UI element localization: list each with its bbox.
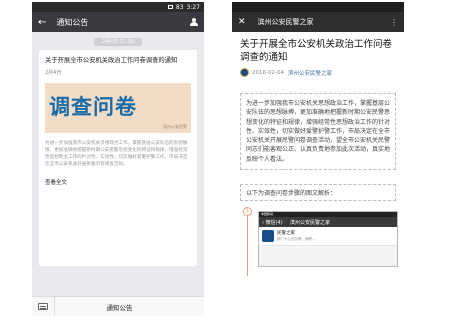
account-name-link[interactable]: 滨州公安民警之家 — [288, 69, 332, 77]
banner-watermark: 滨州公安民警 — [163, 124, 187, 129]
article-date: 2016-02-04 — [252, 69, 284, 76]
status-time: 3:27 — [186, 3, 200, 11]
keyboard-icon[interactable] — [38, 303, 48, 310]
status-bar — [232, 2, 404, 12]
account-logo-icon — [240, 68, 249, 77]
app-header: ✕ 滨州公安民警之家 ⋮ — [232, 12, 404, 32]
close-icon[interactable]: ✕ — [238, 17, 246, 27]
more-menu-icon[interactable]: ⋮ — [390, 18, 398, 27]
app-header: ← 通知公告 — [32, 12, 204, 32]
back-arrow-icon[interactable]: ← — [38, 17, 46, 28]
article-title: 关于开展全市公安机关政治工作问卷调查的通知 — [240, 39, 393, 63]
step-connector — [247, 216, 248, 277]
shot-row: 民警之家 那广大公安民警、辅警… — [259, 227, 397, 247]
card-title[interactable]: 关于开展全市公安机关政治工作问卷调查的通知 — [45, 56, 191, 65]
article-banner[interactable]: 调查问卷 滨州公安民警 — [45, 83, 191, 133]
shot-header: ‹ 微信(4) 滨州公安民警之家 — [259, 217, 397, 228]
left-phone-screen: 83 3:27 ← 通知公告 2月4日 21:50 关于开展全市公安机关政治工作… — [32, 2, 204, 316]
shot-back: ‹ 微信(4) — [262, 219, 283, 226]
card-summary: 为进一步加强我市公安机关思想政治工作，掌握基层公安队伍的思想脉搏，更加准确地把握… — [45, 141, 188, 167]
profile-icon[interactable] — [190, 18, 198, 26]
intro-paragraph: 为进一步加强我市公安机关思想政治工作，掌握基层公安队伍的思想脉搏，更加准确地把握… — [240, 93, 396, 171]
shot-title: 滨州公安民警之家 — [290, 219, 331, 226]
step-number: 1 — [243, 207, 252, 217]
message-date-chip: 2月4日 21:50 — [94, 38, 142, 46]
battery-icon — [167, 5, 173, 9]
step-1: 1 中国移动 ‹ 微信(4) 滨州公安民警之家 民警之家 那广大公安民警、辅警… — [240, 207, 398, 287]
article-meta: 2016-02-04 滨州公安民警之家 — [240, 68, 396, 77]
card-date: 2月4日 — [45, 70, 62, 76]
step-screenshot: 中国移动 ‹ 微信(4) 滨州公安民警之家 民警之家 那广大公安民警、辅警… — [258, 211, 398, 268]
steps-heading: 以下为调查问卷步骤的图文解析： — [240, 184, 396, 202]
read-more-link[interactable]: 查看全文 — [45, 178, 191, 186]
article-card[interactable]: 关于开展全市公安机关政治工作问卷调查的通知 2月4日 调查问卷 滨州公安民警 为… — [39, 50, 197, 266]
shot-row-sub: 那广大公安民警、辅警… — [277, 237, 316, 242]
right-phone-screen: ✕ 滨州公安民警之家 ⋮ 关于开展全市公安机关政治工作问卷调查的通知 2016-… — [232, 2, 404, 316]
bottom-menu-bar: 通知公告 — [32, 296, 204, 316]
shot-account-icon — [262, 230, 274, 243]
header-title: 通知公告 — [56, 17, 89, 27]
battery-level: 83 — [175, 3, 184, 11]
menu-item-notice[interactable]: 通知公告 — [55, 302, 204, 312]
banner-text: 调查问卷 — [49, 95, 137, 119]
status-bar: 83 3:27 — [32, 2, 204, 12]
shot-row-title: 民警之家 — [277, 231, 295, 237]
article-content: 关于开展全市公安机关政治工作问卷调查的通知 2016-02-04 滨州公安民警之… — [232, 32, 404, 287]
header-title: 滨州公安民警之家 — [257, 18, 314, 26]
